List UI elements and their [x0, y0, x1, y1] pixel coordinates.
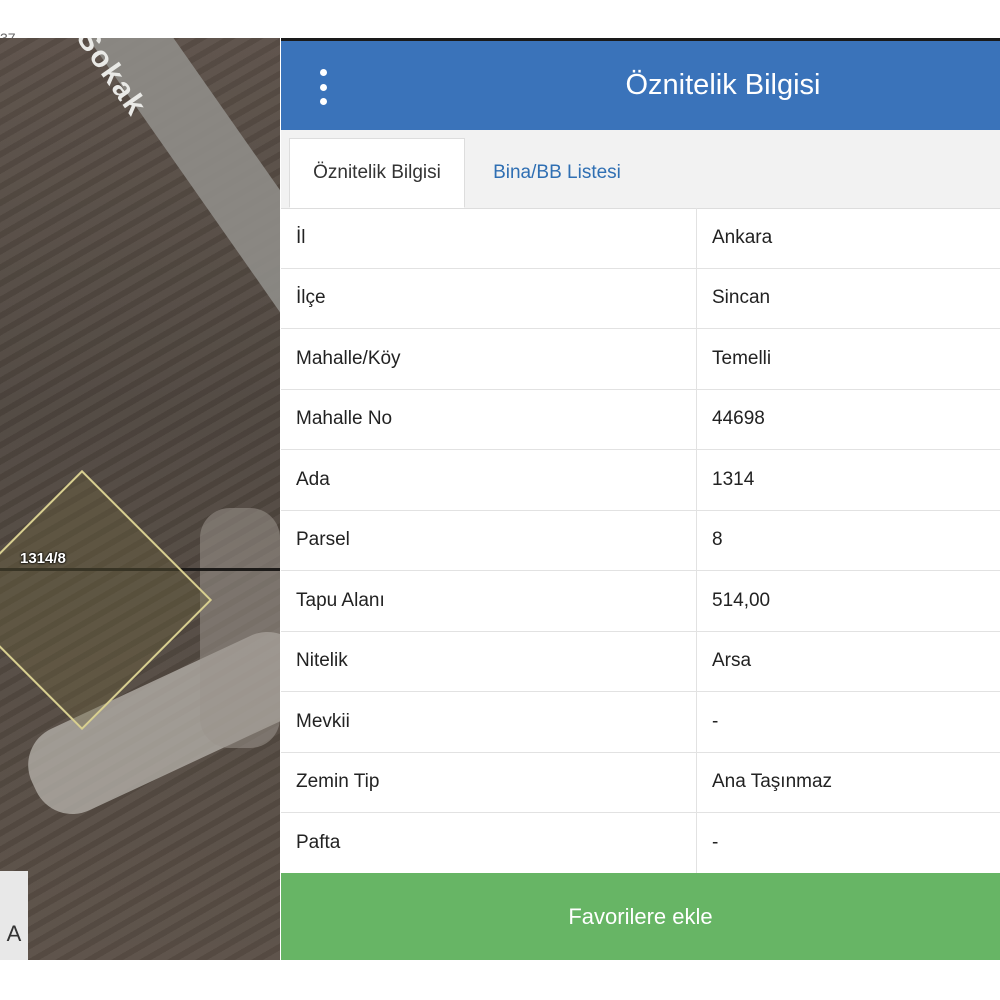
table-row: Parsel 8	[281, 510, 1000, 571]
row-label: Pafta	[281, 813, 697, 873]
table-row: Mahalle/Köy Temelli	[281, 329, 1000, 390]
parcel-label: 1314/8	[20, 550, 66, 567]
map-road	[60, 38, 280, 343]
add-to-favorites-button[interactable]: Favorilere ekle	[281, 873, 1000, 960]
kebab-vertical-icon[interactable]	[313, 69, 333, 105]
table-row: Mahalle No 44698	[281, 389, 1000, 450]
table-row: Zemin Tip Ana Taşınmaz	[281, 752, 1000, 813]
row-value: Arsa	[712, 650, 752, 672]
row-label: Mahalle/Köy	[281, 329, 697, 389]
table-row: Tapu Alanı 514,00	[281, 571, 1000, 632]
row-label: Parsel	[281, 510, 697, 570]
row-value: Ana Taşınmaz	[712, 771, 833, 793]
row-value: -	[712, 710, 719, 732]
row-label: İlçe	[281, 268, 697, 328]
row-label: Tapu Alanı	[281, 571, 697, 631]
table-row: Mevkii -	[281, 692, 1000, 753]
row-value: Sincan	[712, 287, 771, 309]
row-label: İl	[281, 208, 697, 268]
map-side-button[interactable]: A	[0, 871, 28, 960]
table-row: Pafta -	[281, 813, 1000, 874]
satellite-map[interactable]: Sokak 1314/8 A	[0, 38, 280, 960]
row-value: -	[712, 831, 719, 853]
panel-title: Öznitelik Bilgisi	[625, 69, 821, 101]
row-value: Temelli	[712, 347, 772, 369]
attribute-panel: Öznitelik Bilgisi Öznitelik Bilgisi Bina…	[281, 38, 1000, 960]
row-value: 8	[712, 529, 723, 551]
row-value: Ankara	[712, 226, 773, 248]
row-value: 514,00	[712, 589, 771, 611]
table-row: Ada 1314	[281, 450, 1000, 511]
map-terrain-patch	[200, 508, 280, 748]
row-label: Ada	[281, 450, 697, 510]
tab-bar: Öznitelik Bilgisi Bina/BB Listesi	[281, 130, 1000, 209]
table-row: İlçe Sincan	[281, 268, 1000, 329]
row-label: Nitelik	[281, 631, 697, 691]
tab-attribute-info[interactable]: Öznitelik Bilgisi	[289, 138, 465, 208]
panel-header: Öznitelik Bilgisi	[281, 38, 1000, 130]
row-value: 44698	[712, 408, 765, 430]
row-value: 1314	[712, 468, 755, 490]
row-label: Mevkii	[281, 692, 697, 752]
row-label: Zemin Tip	[281, 752, 697, 812]
table-row: Nitelik Arsa	[281, 631, 1000, 692]
table-row: İl Ankara	[281, 208, 1000, 269]
attribute-table: İl Ankara İlçe Sincan Mahalle/Köy Temell…	[281, 208, 1000, 874]
tab-building-list[interactable]: Bina/BB Listesi	[477, 138, 637, 208]
row-label: Mahalle No	[281, 389, 697, 449]
